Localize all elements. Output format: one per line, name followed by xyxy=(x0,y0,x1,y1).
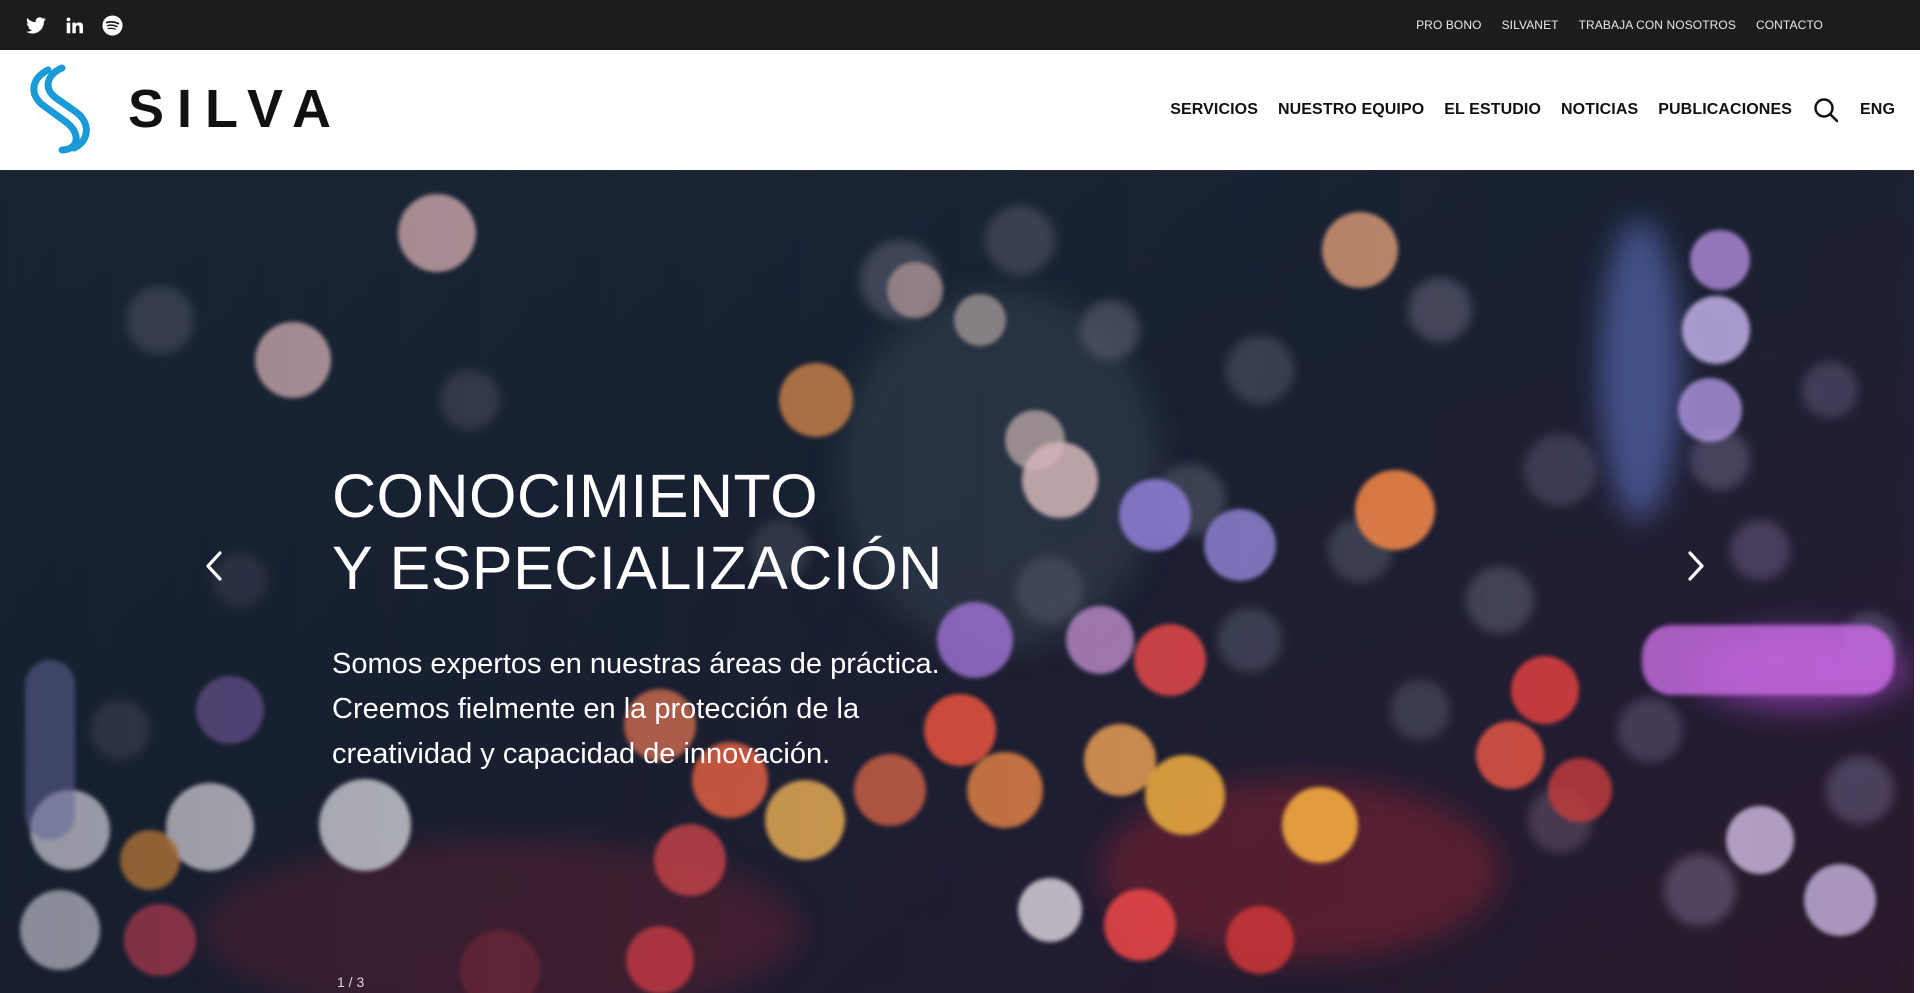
toplink-contacto[interactable]: CONTACTO xyxy=(1756,18,1823,32)
nav-noticias[interactable]: NOTICIAS xyxy=(1561,101,1638,119)
chevron-right-icon[interactable] xyxy=(1676,546,1716,586)
nav-el-estudio[interactable]: EL ESTUDIO xyxy=(1444,101,1541,119)
logo-mark-icon xyxy=(30,64,90,154)
chevron-left-icon[interactable] xyxy=(194,546,234,586)
slide-title: CONOCIMIENTO Y ESPECIALIZACIÓN xyxy=(332,460,1032,604)
main-nav: SERVICIOS NUESTRO EQUIPO EL ESTUDIO NOTI… xyxy=(1170,50,1895,170)
slide-title-line-1: CONOCIMIENTO xyxy=(332,462,819,530)
toplink-trabaja-con-nosotros[interactable]: TRABAJA CON NOSOTROS xyxy=(1579,18,1736,32)
nav-publicaciones[interactable]: PUBLICACIONES xyxy=(1658,101,1792,119)
top-utility-bar: PRO BONO SILVANET TRABAJA CON NOSOTROS C… xyxy=(0,0,1920,50)
spotify-icon[interactable] xyxy=(100,13,124,37)
language-switch[interactable]: ENG xyxy=(1860,101,1895,119)
slide-description: Somos expertos en nuestras áreas de prác… xyxy=(332,648,940,770)
toplink-pro-bono[interactable]: PRO BONO xyxy=(1416,18,1481,32)
twitter-icon[interactable] xyxy=(24,13,48,37)
linkedin-icon[interactable] xyxy=(62,13,86,37)
nav-servicios[interactable]: SERVICIOS xyxy=(1170,101,1258,119)
toplink-silvanet[interactable]: SILVANET xyxy=(1502,18,1559,32)
slide-content: CONOCIMIENTO Y ESPECIALIZACIÓN Somos exp… xyxy=(332,460,1032,777)
utility-nav: PRO BONO SILVANET TRABAJA CON NOSOTROS C… xyxy=(1416,0,1823,50)
search-icon[interactable] xyxy=(1812,96,1840,124)
site-logo[interactable]: SILVA xyxy=(26,64,344,154)
slide-title-line-2: Y ESPECIALIZACIÓN xyxy=(332,534,943,602)
main-header: SILVA SERVICIOS NUESTRO EQUIPO EL ESTUDI… xyxy=(0,50,1920,170)
logo-wordmark: SILVA xyxy=(128,79,345,139)
hero-slider: CONOCIMIENTO Y ESPECIALIZACIÓN Somos exp… xyxy=(0,170,1914,993)
social-links xyxy=(24,13,124,37)
nav-nuestro-equipo[interactable]: NUESTRO EQUIPO xyxy=(1278,101,1424,119)
slide-counter: 1 / 3 xyxy=(337,974,365,990)
